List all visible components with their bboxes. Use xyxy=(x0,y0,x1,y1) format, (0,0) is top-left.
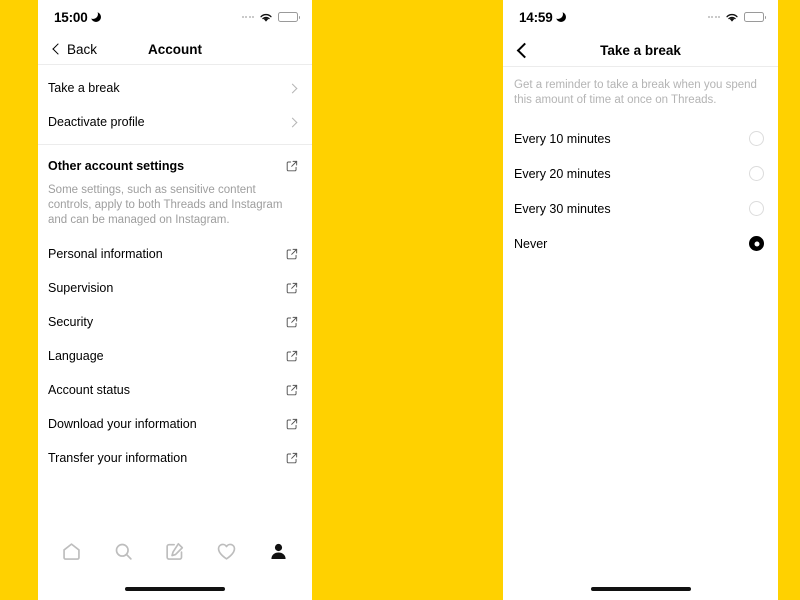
chevron-right-icon xyxy=(287,83,298,93)
status-time-group: 15:00 xyxy=(54,9,101,25)
external-link-icon xyxy=(286,350,298,362)
option-never[interactable]: Never xyxy=(503,226,778,261)
home-indicator xyxy=(590,587,691,591)
list-item-label: Language xyxy=(48,349,104,363)
list-item-label: Supervision xyxy=(48,281,114,295)
list-item-label: Personal information xyxy=(48,247,163,261)
list-item-label: Download your information xyxy=(48,417,197,431)
external-link-icon xyxy=(286,248,298,260)
battery-low-icon xyxy=(744,12,766,22)
status-time: 14:59 xyxy=(519,9,553,25)
search-icon xyxy=(115,543,132,560)
home-icon xyxy=(63,542,81,560)
list-item-supervision[interactable]: Supervision xyxy=(38,271,312,305)
option-label: Never xyxy=(514,236,548,251)
back-button[interactable] xyxy=(516,42,533,58)
status-time: 15:00 xyxy=(54,9,88,25)
tab-search[interactable] xyxy=(106,534,140,568)
radio-button[interactable] xyxy=(749,201,764,216)
radio-button[interactable] xyxy=(749,131,764,146)
list-item-deactivate-profile[interactable]: Deactivate profile xyxy=(38,105,312,139)
option-label: Every 30 minutes xyxy=(514,201,611,216)
list-item-transfer-your-information[interactable]: Transfer your information xyxy=(38,441,312,475)
external-link-icon xyxy=(286,282,298,294)
battery-low-icon xyxy=(278,12,300,22)
tab-home[interactable] xyxy=(55,534,89,568)
account-external-list: Personal information Supervision Securit… xyxy=(38,237,312,475)
list-item-download-your-information[interactable]: Download your information xyxy=(38,407,312,441)
crescent-moon-icon xyxy=(552,9,566,22)
list-item-label: Deactivate profile xyxy=(48,115,145,129)
external-link-icon xyxy=(286,384,298,396)
status-indicators xyxy=(241,12,300,23)
compose-icon xyxy=(166,542,184,560)
chevron-left-icon xyxy=(52,43,64,55)
heart-icon xyxy=(217,543,236,560)
phone-screen-take-a-break: 14:59 Take a break Get a reminder to tak… xyxy=(503,0,778,600)
external-link-icon xyxy=(286,418,298,430)
phone-screen-account: 15:00 Back Account Take a break Deactiva… xyxy=(38,0,312,600)
list-item-account-status[interactable]: Account status xyxy=(38,373,312,407)
radio-button[interactable] xyxy=(749,166,764,181)
wifi-icon xyxy=(726,13,738,22)
option-every-30-minutes[interactable]: Every 30 minutes xyxy=(503,191,778,226)
option-label: Every 10 minutes xyxy=(514,131,611,146)
break-description: Get a reminder to take a break when you … xyxy=(514,79,757,106)
list-item-take-a-break[interactable]: Take a break xyxy=(38,71,312,105)
status-bar: 14:59 xyxy=(503,0,778,34)
tab-compose[interactable] xyxy=(158,534,192,568)
list-item-security[interactable]: Security xyxy=(38,305,312,339)
list-item-label: Take a break xyxy=(48,81,120,95)
status-bar: 15:00 xyxy=(38,0,312,34)
section-divider xyxy=(38,144,312,145)
chevron-right-icon xyxy=(287,117,298,127)
profile-icon xyxy=(271,543,286,559)
option-label: Every 20 minutes xyxy=(514,166,611,181)
tab-profile[interactable] xyxy=(261,534,295,568)
back-label: Back xyxy=(67,41,98,57)
back-button[interactable]: Back xyxy=(52,41,98,57)
signal-dots-icon xyxy=(241,16,254,18)
list-item-label: Account status xyxy=(48,383,130,397)
list-item-personal-information[interactable]: Personal information xyxy=(38,237,312,271)
bottom-tab-bar xyxy=(38,528,312,574)
status-time-group: 14:59 xyxy=(519,9,566,25)
status-indicators xyxy=(707,12,766,23)
wifi-icon xyxy=(260,13,272,22)
external-link-icon xyxy=(286,316,298,328)
section-header-other-account-settings[interactable]: Other account settings xyxy=(38,149,312,183)
option-every-10-minutes[interactable]: Every 10 minutes xyxy=(503,121,778,156)
list-item-label: Security xyxy=(48,315,94,329)
external-link-icon xyxy=(286,452,298,464)
header-divider xyxy=(38,64,312,65)
external-link-icon xyxy=(286,160,298,172)
nav-header: Take a break xyxy=(503,34,778,66)
tab-activity[interactable] xyxy=(210,534,244,568)
chevron-left-icon xyxy=(516,42,533,58)
section-title: Other account settings xyxy=(48,159,185,173)
home-indicator xyxy=(125,587,225,591)
radio-button-selected[interactable] xyxy=(749,236,764,251)
reminder-options-list: Every 10 minutes Every 20 minutes Every … xyxy=(503,121,778,261)
list-item-language[interactable]: Language xyxy=(38,339,312,373)
section-description: Some settings, such as sensitive content… xyxy=(48,184,283,226)
nav-header: Back Account xyxy=(38,34,312,64)
signal-dots-icon xyxy=(707,16,720,18)
option-every-20-minutes[interactable]: Every 20 minutes xyxy=(503,156,778,191)
account-top-list: Take a break Deactivate profile xyxy=(38,71,312,139)
page-title: Take a break xyxy=(600,42,681,58)
crescent-moon-icon xyxy=(87,9,101,22)
list-item-label: Transfer your information xyxy=(48,451,188,465)
